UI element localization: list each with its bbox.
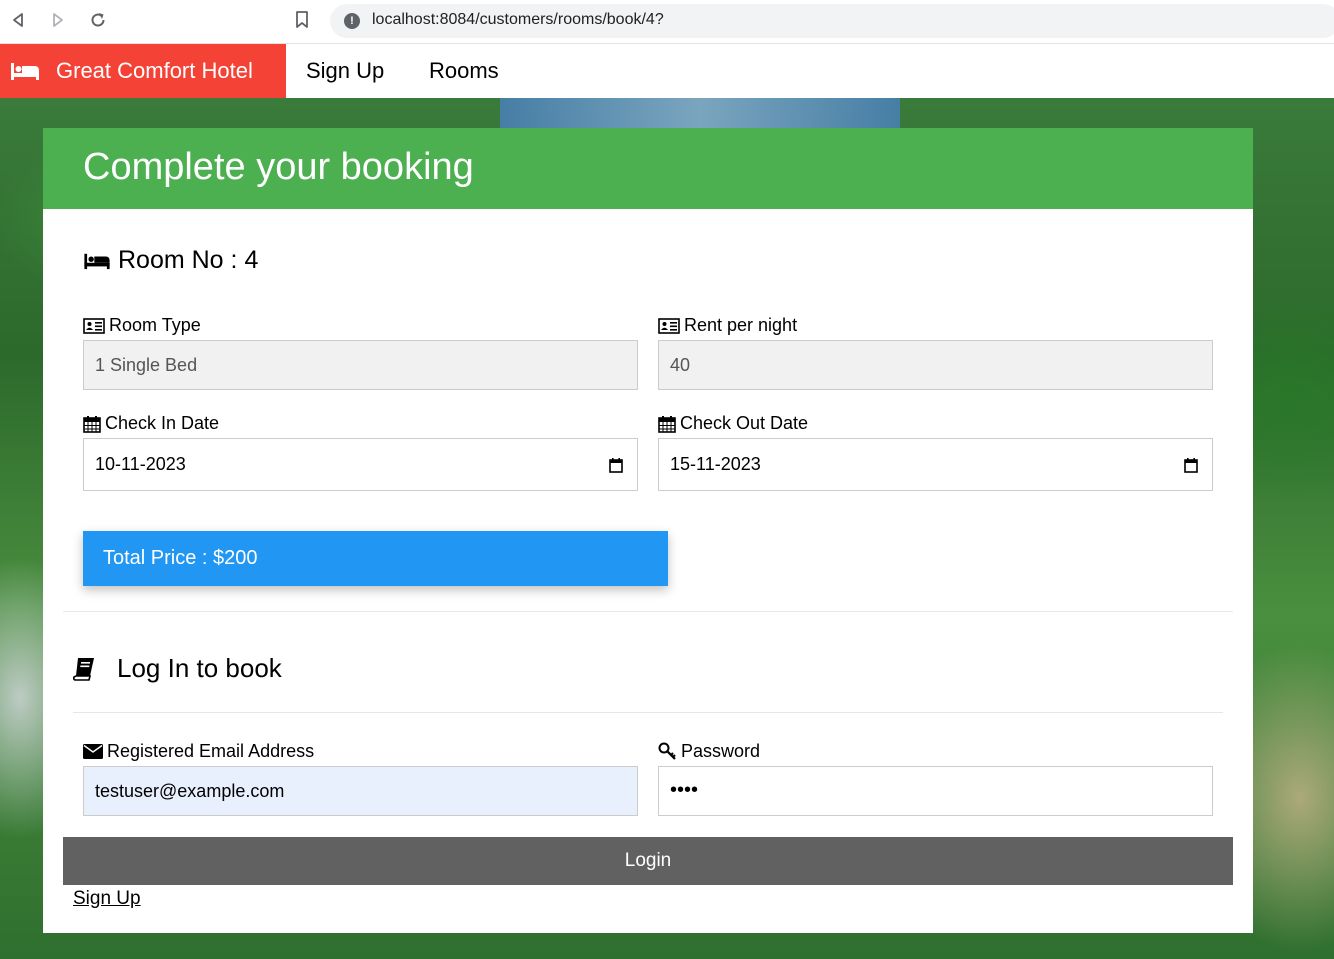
- calendar-icon: [83, 415, 101, 433]
- room-number: 4: [244, 246, 259, 274]
- address-bar[interactable]: ! localhost:8084/customers/rooms/book/4?: [330, 4, 1334, 38]
- login-heading: Log In to book: [73, 653, 282, 684]
- back-icon[interactable]: [6, 8, 30, 32]
- brand-name: Great Comfort Hotel: [56, 58, 253, 83]
- check-in-label: Check In Date: [83, 413, 219, 434]
- password-label: Password: [658, 741, 760, 762]
- check-in-label-text: Check In Date: [105, 413, 220, 433]
- browser-toolbar: ! localhost:8084/customers/rooms/book/4?: [0, 0, 1334, 44]
- password-field[interactable]: ••••: [658, 766, 1213, 816]
- key-icon: [658, 742, 676, 760]
- room-type-label-text: Room Type: [109, 315, 201, 335]
- total-price-badge: Total Price : $200: [83, 531, 668, 586]
- bed-icon: [11, 63, 39, 80]
- check-in-date-input[interactable]: 10-11-2023: [83, 438, 638, 491]
- card-header: Complete your booking: [43, 128, 1253, 209]
- page-title: Complete your booking: [83, 146, 474, 188]
- reload-icon[interactable]: [86, 8, 110, 32]
- bed-icon: [84, 253, 110, 269]
- password-label-text: Password: [681, 741, 761, 761]
- id-card-icon: [658, 317, 680, 334]
- rent-field[interactable]: 40: [658, 340, 1213, 390]
- room-type-label: Room Type: [83, 315, 201, 336]
- check-out-label: Check Out Date: [658, 413, 808, 434]
- calendar-icon: [658, 415, 676, 433]
- room-number-heading: Room No : 4: [83, 246, 258, 275]
- id-card-icon: [83, 317, 105, 334]
- site-info-icon[interactable]: !: [344, 13, 360, 29]
- nav-rooms-link[interactable]: Rooms: [429, 58, 499, 84]
- email-field[interactable]: testuser@example.com: [83, 766, 638, 816]
- rent-label: Rent per night: [658, 315, 797, 336]
- nav-signup-link[interactable]: Sign Up: [306, 58, 384, 84]
- envelope-icon: [83, 744, 103, 759]
- calendar-picker-icon[interactable]: [609, 457, 623, 473]
- room-separator: :: [223, 246, 245, 274]
- bookmark-icon[interactable]: [290, 8, 314, 32]
- check-in-date-value: 10-11-2023: [95, 454, 186, 474]
- login-title-text: Log In to book: [117, 653, 282, 683]
- signup-link[interactable]: Sign Up: [73, 888, 141, 910]
- check-out-label-text: Check Out Date: [680, 413, 809, 433]
- login-button[interactable]: Login: [63, 837, 1233, 885]
- site-navbar: Great Comfort Hotel Sign Up Rooms: [0, 44, 1334, 98]
- brand-link[interactable]: Great Comfort Hotel: [0, 44, 286, 98]
- booking-card: Complete your booking Room No : 4 Room T…: [43, 128, 1253, 933]
- email-label: Registered Email Address: [83, 741, 314, 762]
- forward-icon[interactable]: [46, 8, 70, 32]
- url-text: localhost:8084/customers/rooms/book/4?: [372, 11, 664, 28]
- room-type-field[interactable]: 1 Single Bed: [83, 340, 638, 390]
- calendar-picker-icon[interactable]: [1184, 457, 1198, 473]
- check-out-date-value: 15-11-2023: [670, 454, 761, 474]
- section-divider: [63, 611, 1233, 612]
- room-label: Room No: [118, 246, 224, 274]
- background-sky: [500, 98, 900, 128]
- book-icon: [73, 657, 94, 681]
- email-label-text: Registered Email Address: [107, 741, 315, 761]
- rent-label-text: Rent per night: [684, 315, 798, 335]
- check-out-date-input[interactable]: 15-11-2023: [658, 438, 1213, 491]
- login-divider: [73, 712, 1223, 713]
